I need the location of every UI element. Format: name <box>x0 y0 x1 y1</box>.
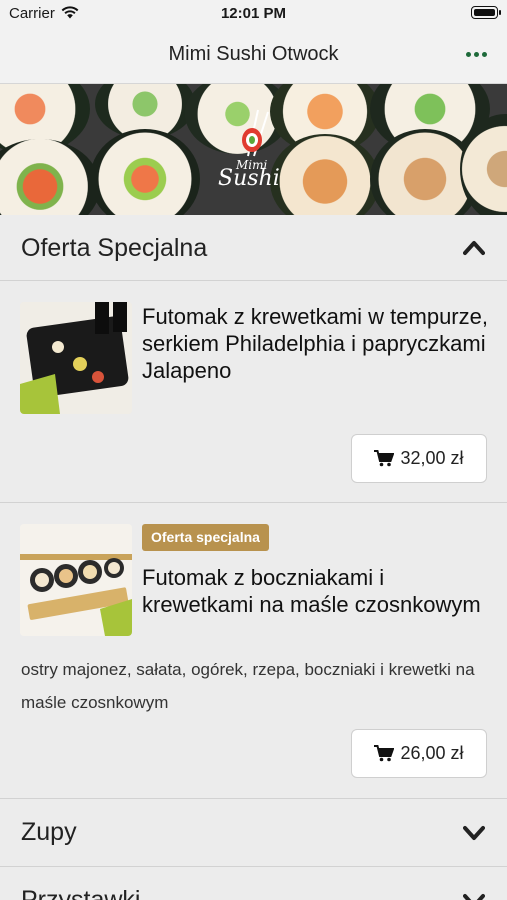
item-price: 26,00 zł <box>400 743 464 763</box>
special-offer-badge: Oferta specjalna <box>142 524 269 551</box>
item-price: 32,00 zł <box>400 448 464 468</box>
item-photo <box>20 302 132 414</box>
clock: 12:01 PM <box>220 5 287 22</box>
item-photo <box>20 524 132 636</box>
item-name: Futomak z krewetkami w tempurze, serkiem… <box>142 304 488 383</box>
add-to-cart-button[interactable]: 26,00 zł <box>351 729 487 778</box>
chopsticks-icon <box>242 109 269 157</box>
status-bar: Carrier 12:01 PM <box>0 0 507 26</box>
mimi-sushi-logo: Mimi Sushi <box>214 106 294 206</box>
add-to-cart-button[interactable]: 32,00 zł <box>351 434 487 483</box>
hero-banner: Mimi Sushi <box>0 84 507 215</box>
menu-item[interactable]: Futomak z krewetkami w tempurze, serkiem… <box>0 281 507 503</box>
chevron-down-icon <box>463 894 485 900</box>
logo-big-text: Sushi <box>218 166 280 191</box>
section-header-zupy[interactable]: Zupy <box>0 799 507 867</box>
item-description: ostry majonez, sałata, ogórek, rzepa, bo… <box>21 660 475 712</box>
cart-icon <box>374 745 395 762</box>
menu-item[interactable]: Oferta specjalna Futomak z boczniakami i… <box>0 503 507 799</box>
section-header-oferta-specjalna[interactable]: Oferta Specjalna <box>0 215 507 281</box>
battery-icon <box>471 6 501 19</box>
nav-bar: Mimi Sushi Otwock <box>0 26 507 84</box>
more-dots-icon[interactable] <box>466 52 487 57</box>
section-title: Oferta Specjalna <box>21 234 208 262</box>
section-header-przystawki[interactable]: Przystawki <box>0 867 507 900</box>
section-title: Przystawki <box>21 886 141 900</box>
chevron-up-icon <box>463 241 485 255</box>
cart-icon <box>374 450 395 467</box>
item-name: Futomak z boczniakami i krewetkami na ma… <box>142 565 481 617</box>
section-title: Zupy <box>21 818 77 846</box>
page-title: Mimi Sushi Otwock <box>168 43 339 65</box>
chevron-down-icon <box>463 826 485 840</box>
